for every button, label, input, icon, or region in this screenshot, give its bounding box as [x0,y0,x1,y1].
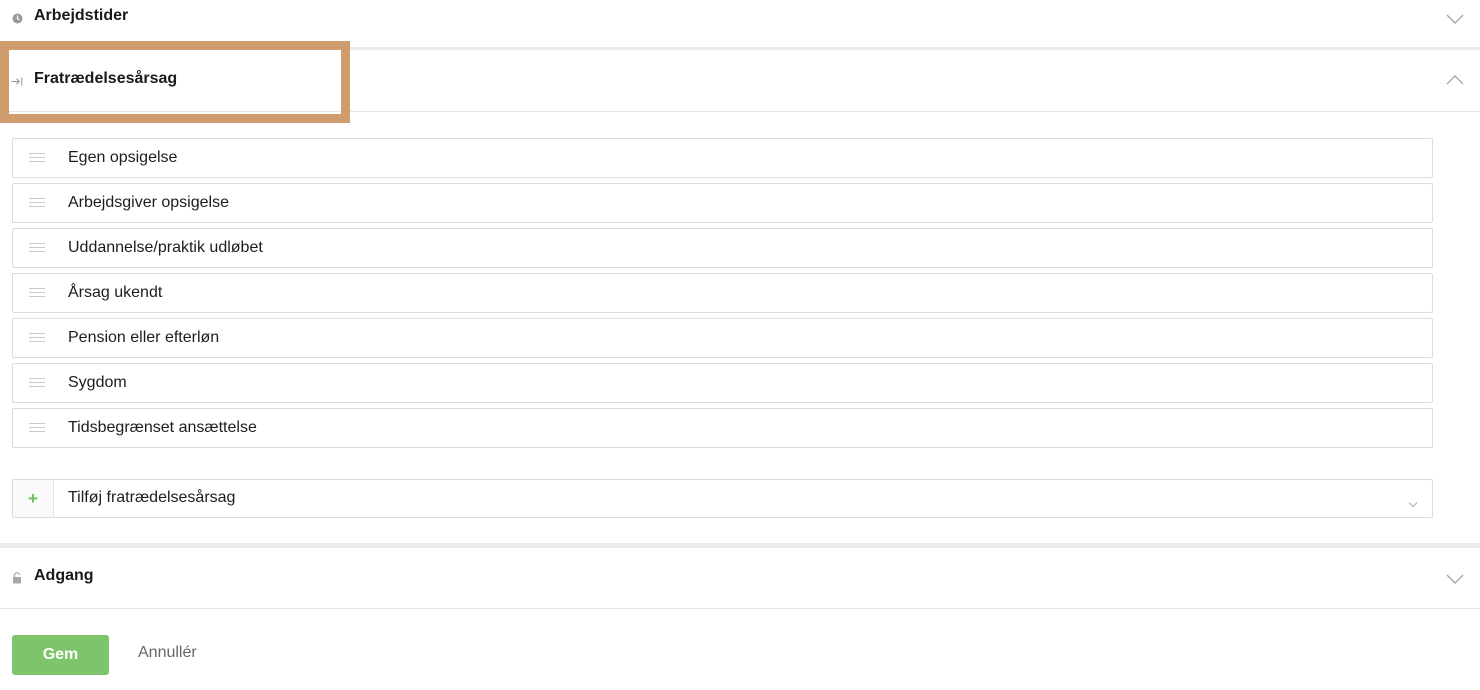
chevron-down-icon[interactable] [1446,572,1464,584]
section-title-adgang: Adgang [34,567,94,584]
save-button[interactable]: Gem [12,635,109,675]
drag-handle-icon[interactable] [29,423,45,433]
drag-handle-icon[interactable] [29,288,45,298]
reason-label: Uddannelse/praktik udløbet [68,239,263,256]
reason-row[interactable]: Egen opsigelse [12,138,1433,178]
reason-row[interactable]: Årsag ukendt [12,273,1433,313]
cancel-button[interactable]: Annullér [138,644,197,662]
chevron-down-icon[interactable] [1408,495,1418,508]
reason-row[interactable]: Tidsbegrænset ansættelse [12,408,1433,448]
reason-label: Egen opsigelse [68,149,178,166]
exit-arrow-icon [11,75,23,87]
reason-label: Pension eller efterløn [68,329,220,346]
reason-label: Sygdom [68,374,127,391]
chevron-down-icon[interactable] [1446,12,1464,24]
drag-handle-icon[interactable] [29,243,45,253]
section-title-fratraedelsesaarsag: Fratrædelsesårsag [34,70,178,87]
reason-row[interactable]: Arbejdsgiver opsigelse [12,183,1433,223]
clock-icon [11,12,23,24]
chevron-up-icon[interactable] [1446,73,1464,85]
section-arbejdstider-header[interactable]: Arbejdstider [0,0,1480,36]
add-reason-select[interactable]: + Tilføj fratrædelsesårsag [12,479,1433,518]
reason-row[interactable]: Pension eller efterløn [12,318,1433,358]
drag-handle-icon[interactable] [29,378,45,388]
reason-row[interactable]: Sygdom [12,363,1433,403]
add-reason-label: Tilføj fratrædelsesårsag [68,489,236,506]
plus-icon[interactable]: + [13,480,54,517]
reason-row[interactable]: Uddannelse/praktik udløbet [12,228,1433,268]
section-fratraedelsesaarsag-header[interactable]: Fratrædelsesårsag [0,50,1480,112]
reason-label: Tidsbegrænset ansættelse [68,419,257,436]
drag-handle-icon[interactable] [29,198,45,208]
lock-icon [11,572,23,584]
reason-label: Årsag ukendt [68,284,163,301]
section-title-arbejdstider: Arbejdstider [34,7,129,24]
section-adgang-header[interactable]: Adgang [0,548,1480,609]
drag-handle-icon[interactable] [29,333,45,343]
reason-label: Arbejdsgiver opsigelse [68,194,229,211]
drag-handle-icon[interactable] [29,153,45,163]
